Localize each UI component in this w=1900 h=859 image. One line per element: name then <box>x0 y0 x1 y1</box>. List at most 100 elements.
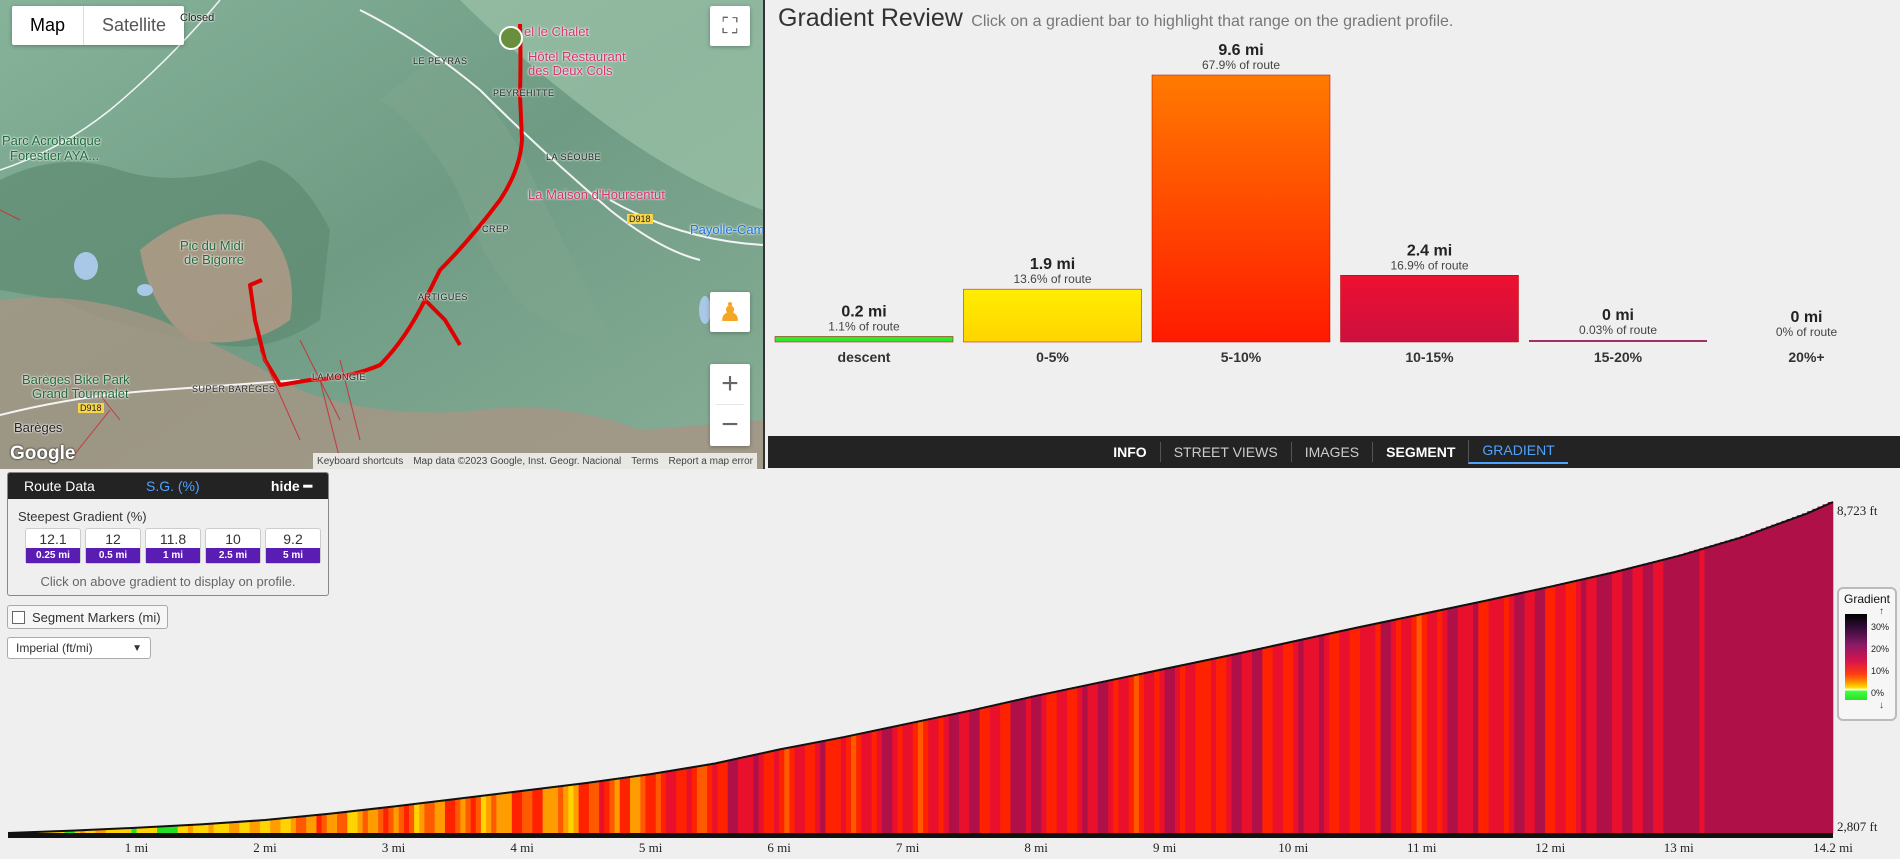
gradient-bar-15-20%[interactable] <box>1529 340 1707 342</box>
profile-slice <box>928 718 934 833</box>
arrow-down-icon: ↓ <box>1879 700 1884 711</box>
profile-slice <box>311 815 317 833</box>
tab-gradient[interactable]: GRADIENT <box>1468 440 1568 464</box>
profile-slice <box>923 719 929 833</box>
profile-slice <box>825 739 831 833</box>
profile-slice <box>198 824 204 833</box>
profile-slice <box>1509 594 1515 833</box>
report-error-link[interactable]: Report a map error <box>669 456 753 467</box>
profile-slice <box>352 810 358 833</box>
fullscreen-button[interactable]: ⛶ <box>710 6 750 46</box>
profile-slice <box>1683 552 1690 833</box>
profile-slice <box>1473 602 1479 833</box>
bar-value-label: 1.9 mi <box>1030 256 1075 273</box>
keyboard-shortcuts-link[interactable]: Keyboard shortcuts <box>317 456 403 467</box>
profile-slice <box>1252 649 1258 833</box>
profile-slice <box>1575 579 1582 833</box>
tab-steepest-gradient[interactable]: S.G. (%) <box>126 478 255 494</box>
profile-slice <box>301 816 307 833</box>
x-tick-label: 2 mi <box>253 840 277 855</box>
profile-slice <box>1272 644 1279 833</box>
profile-slice <box>743 756 749 833</box>
profile-slice <box>1719 542 1726 833</box>
route-map[interactable]: Map Satellite ⛶ ♟ + − Google Keyboard sh… <box>0 0 765 469</box>
profile-slice <box>1797 515 1803 833</box>
profile-slice <box>1483 600 1489 833</box>
gradient-bar-0-5%[interactable] <box>963 288 1142 343</box>
profile-slice <box>1236 652 1243 833</box>
bar-percent-label: 16.9% of route <box>1390 258 1468 272</box>
map-type-satellite-button[interactable]: Satellite <box>84 6 184 45</box>
steepest-gradient-item[interactable]: 11.8 1 mi <box>145 528 201 564</box>
profile-slice <box>480 795 487 833</box>
profile-slice <box>331 812 338 833</box>
units-select[interactable]: Imperial (ft/mi) ▼ <box>7 637 151 659</box>
steepest-gradient-item[interactable]: 9.2 5 mi <box>265 528 321 564</box>
tab-street-views[interactable]: STREET VIEWS <box>1159 442 1291 462</box>
profile-slice <box>1205 659 1212 833</box>
profile-slice <box>707 763 713 833</box>
hide-panel-button[interactable]: hide ━ <box>255 478 328 495</box>
profile-slice <box>342 811 348 833</box>
zoom-in-button[interactable]: + <box>710 364 750 404</box>
segment-markers-checkbox[interactable] <box>12 610 25 624</box>
profile-slice <box>959 711 965 833</box>
profile-slice <box>470 796 477 833</box>
profile-slice <box>1534 588 1541 833</box>
tab-info[interactable]: INFO <box>1100 442 1159 462</box>
legend-color-scale <box>1845 614 1867 700</box>
profile-slice <box>439 800 446 833</box>
gradient-bar-5-10%[interactable] <box>1151 74 1331 343</box>
profile-slice <box>1375 622 1382 833</box>
profile-slice <box>1262 647 1268 833</box>
bar-percent-label: 0% of route <box>1776 325 1838 339</box>
profile-slice <box>1226 654 1232 833</box>
profile-slice <box>1246 650 1253 833</box>
steepest-gradient-item[interactable]: 12.1 0.25 mi <box>25 528 81 564</box>
tab-segment[interactable]: SEGMENT <box>1372 442 1468 462</box>
steepest-gradient-item[interactable]: 12 0.5 mi <box>85 528 141 564</box>
profile-slice <box>748 755 754 833</box>
profile-slice <box>1570 580 1577 833</box>
profile-slice <box>1658 559 1664 833</box>
x-tick-label: 14.2 mi <box>1813 840 1853 855</box>
profile-slice <box>1277 643 1284 833</box>
profile-slice <box>290 817 297 833</box>
profile-slice <box>866 731 873 833</box>
profile-slice <box>1581 578 1587 833</box>
route-panel-header: Route Data S.G. (%) hide ━ <box>8 473 328 499</box>
profile-slice <box>1622 568 1628 833</box>
profile-slice <box>1699 548 1705 833</box>
profile-slice <box>1210 658 1217 833</box>
zoom-out-button[interactable]: − <box>710 405 750 445</box>
gradient-bar-10-15%[interactable] <box>1340 275 1519 343</box>
start-marker-icon[interactable] <box>499 26 523 50</box>
profile-slice <box>419 802 425 833</box>
terms-link[interactable]: Terms <box>631 456 658 467</box>
x-tick-label: 1 mi <box>125 840 149 855</box>
profile-slice <box>1802 513 1808 833</box>
tab-images[interactable]: IMAGES <box>1290 442 1372 462</box>
profile-slice <box>254 820 261 833</box>
bar-percent-label: 0.03% of route <box>1579 323 1657 337</box>
street-view-pegman[interactable]: ♟ <box>710 292 750 332</box>
segment-markers-toggle[interactable]: Segment Markers (mi) <box>7 605 168 629</box>
profile-slice <box>547 787 554 833</box>
profile-slice <box>1750 532 1757 833</box>
profile-slice <box>378 807 384 833</box>
x-tick-label: 5 mi <box>639 840 663 855</box>
profile-slice <box>1360 625 1366 833</box>
tab-route-data[interactable]: Route Data <box>8 478 126 494</box>
profile-slice <box>1282 642 1289 833</box>
profile-slice <box>1288 641 1294 833</box>
profile-slice <box>1241 651 1248 833</box>
gradient-bar-descent[interactable] <box>774 336 954 343</box>
pegman-icon: ♟ <box>718 296 742 327</box>
map-type-map-button[interactable]: Map <box>12 6 85 45</box>
y-min-label: 2,807 ft <box>1837 819 1878 834</box>
profile-slice <box>635 775 641 833</box>
map-label: Forestier AYA... <box>10 148 100 163</box>
profile-slice <box>1396 618 1402 833</box>
legend-tick: 30% <box>1871 622 1890 632</box>
steepest-gradient-item[interactable]: 10 2.5 mi <box>205 528 261 564</box>
